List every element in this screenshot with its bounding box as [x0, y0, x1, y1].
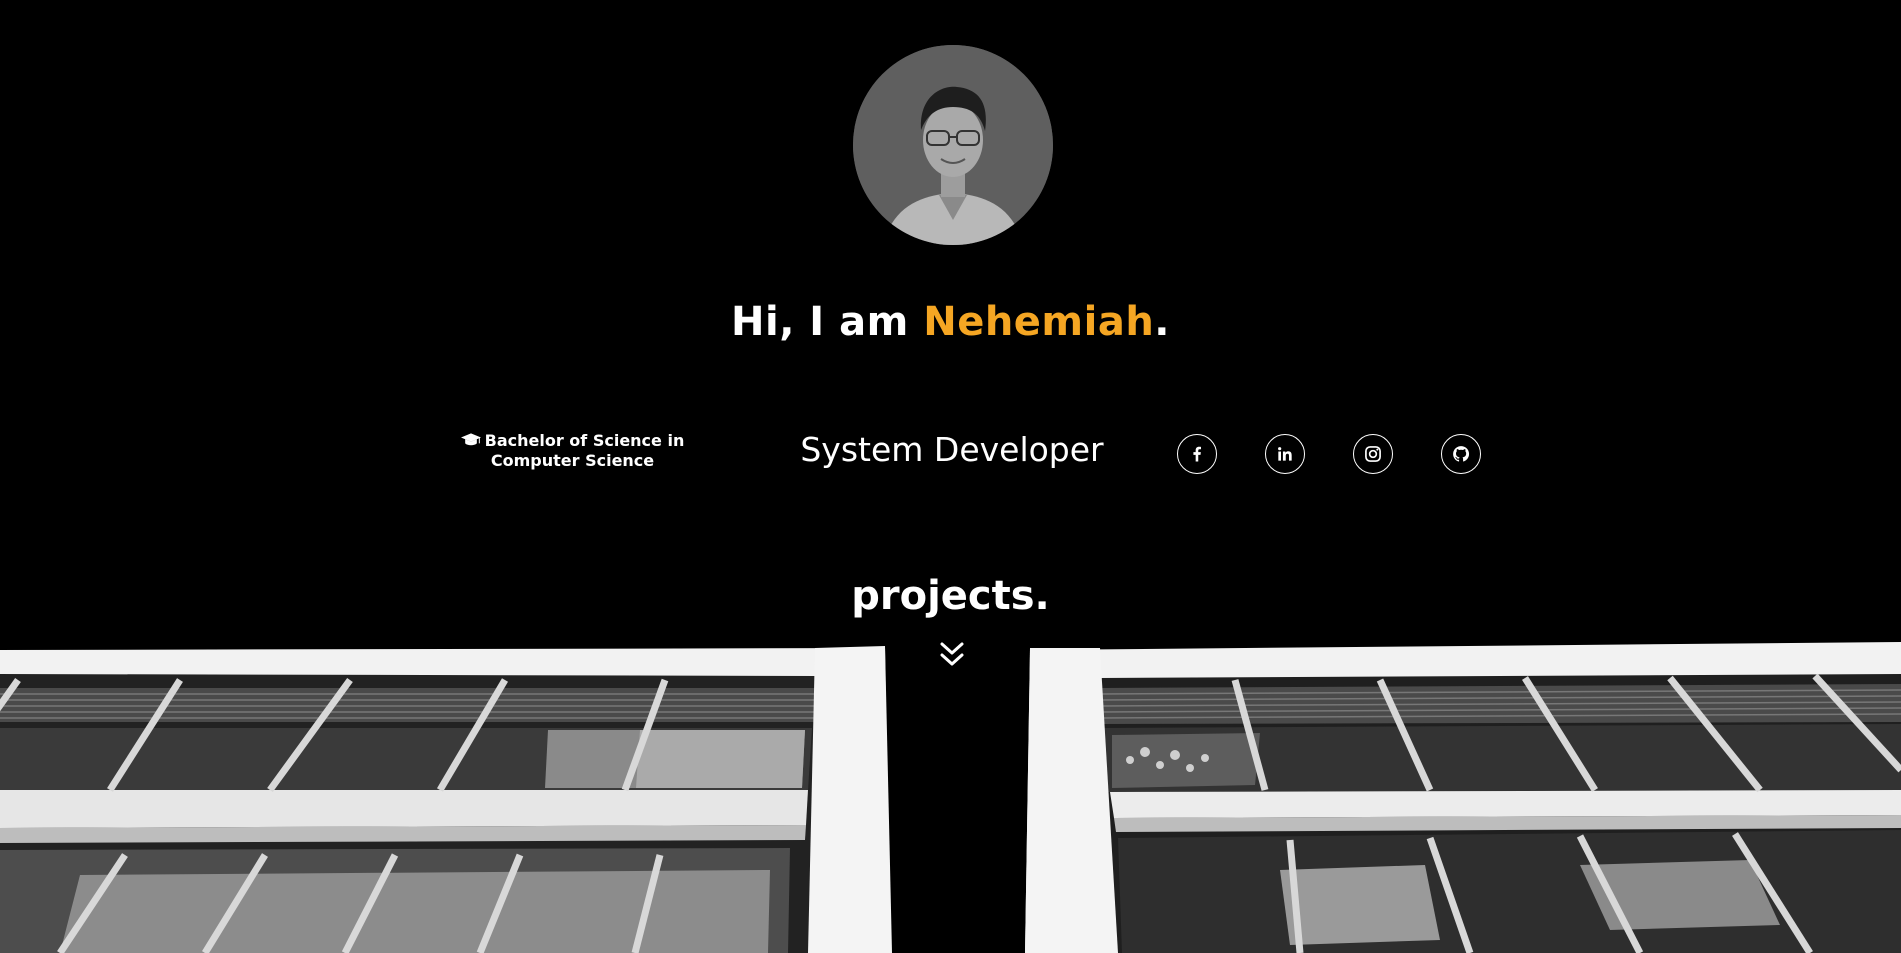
github-icon	[1453, 446, 1470, 462]
projects-heading: projects.	[851, 573, 1050, 619]
instagram-icon	[1365, 446, 1381, 462]
social-links	[1177, 434, 1481, 476]
greeting-heading: Hi, I am Nehemiah.	[0, 298, 1901, 346]
role-title: System Developer	[800, 430, 1104, 469]
degree-info: Bachelor of Science in Computer Science	[420, 431, 725, 471]
graduation-cap-icon	[460, 433, 481, 447]
github-link[interactable]	[1441, 434, 1481, 474]
linkedin-icon	[1278, 447, 1292, 461]
linkedin-link[interactable]	[1265, 434, 1305, 474]
degree-text: Bachelor of Science in Computer Science	[484, 431, 685, 470]
facebook-link[interactable]	[1177, 434, 1217, 474]
profile-avatar	[853, 45, 1053, 245]
instagram-link[interactable]	[1353, 434, 1393, 474]
greeting-prefix: Hi, I am	[731, 299, 924, 345]
page: Hi, I am Nehemiah. Bachelor of Science i…	[0, 0, 1901, 953]
greeting-name: Nehemiah	[923, 299, 1155, 345]
building-background-image	[0, 640, 1901, 953]
facebook-icon	[1193, 446, 1201, 462]
scroll-down-button[interactable]	[937, 640, 967, 670]
greeting-suffix: .	[1154, 299, 1170, 345]
chevron-double-down-icon	[940, 642, 964, 666]
